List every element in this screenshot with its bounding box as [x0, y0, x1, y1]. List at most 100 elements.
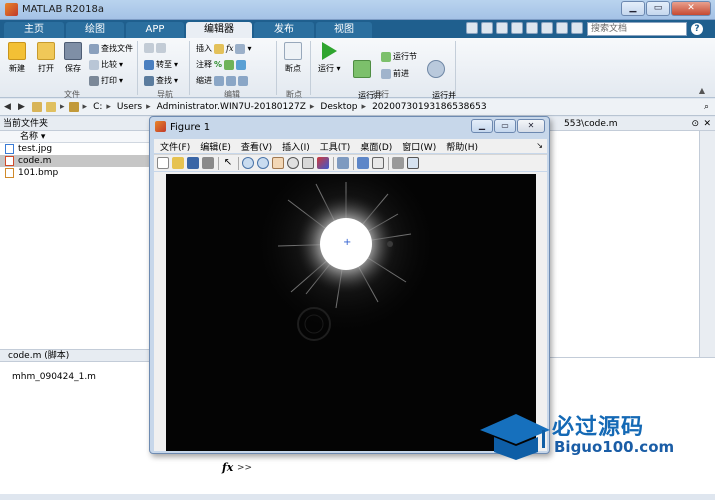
run-play-icon: [321, 42, 337, 60]
print-button[interactable]: 打印 ▾: [89, 75, 123, 86]
save-button[interactable]: 保存: [64, 42, 82, 74]
editor-file-path: 553\code.m: [564, 119, 618, 129]
file-item-101-bmp[interactable]: 101.bmp: [0, 167, 150, 179]
quick-save-icon[interactable]: [466, 22, 478, 34]
figure-title: Figure 1: [170, 122, 211, 133]
indent-button[interactable]: 缩进: [196, 75, 248, 86]
breakpoints-button[interactable]: 断点: [283, 42, 303, 74]
quick-undo-icon[interactable]: [526, 22, 538, 34]
run-section-button[interactable]: 运行节: [381, 51, 417, 62]
file-item-test-jpg[interactable]: test.jpg: [0, 143, 150, 155]
rotate-3d-icon[interactable]: [287, 157, 299, 169]
find-files-button[interactable]: 查找文件: [89, 43, 133, 54]
search-documentation-input[interactable]: 搜索文档: [587, 22, 687, 36]
file-item-code-m[interactable]: code.m: [0, 155, 150, 167]
new-button[interactable]: 新建: [8, 42, 26, 74]
fx-icon[interactable]: fx: [226, 44, 233, 53]
find-button[interactable]: 查找 ▾: [144, 75, 178, 86]
back-forward-buttons[interactable]: [144, 43, 166, 53]
collapse-ribbon-icon[interactable]: ▲: [699, 86, 705, 95]
menu-edit[interactable]: 编辑(E): [200, 140, 231, 153]
up-folder-icon[interactable]: [32, 102, 42, 112]
editor-scrollbar[interactable]: [699, 131, 715, 357]
tab-plots[interactable]: 绘图: [66, 22, 124, 38]
find-magnifier-icon: [144, 75, 154, 86]
print-figure-icon[interactable]: [202, 157, 214, 169]
figure-window: Figure 1 ▁ ▭ ✕ 文件(F) 编辑(E) 查看(V) 插入(I) 工…: [149, 116, 550, 454]
breadcrumb-users[interactable]: Users: [117, 102, 142, 112]
tab-editor[interactable]: 编辑器: [186, 22, 252, 38]
breadcrumb-drive[interactable]: C:: [93, 102, 102, 112]
browse-folder-icon[interactable]: [46, 102, 56, 112]
quick-switch-window-icon[interactable]: [556, 22, 568, 34]
command-prompt: >>: [237, 463, 253, 473]
show-plot-tools-icon[interactable]: [407, 157, 419, 169]
breadcrumb-user[interactable]: Administrator.WIN7U-20180127Z: [157, 102, 306, 112]
address-search-icon[interactable]: ⌕: [704, 102, 709, 112]
back-arrow-icon[interactable]: ◀: [4, 102, 14, 112]
menu-insert[interactable]: 插入(I): [282, 140, 310, 153]
pan-hand-icon[interactable]: [272, 157, 284, 169]
breadcrumb-desktop[interactable]: Desktop: [320, 102, 357, 112]
menu-tools[interactable]: 工具(T): [320, 140, 351, 153]
save-figure-icon[interactable]: [187, 157, 199, 169]
fx-icon[interactable]: fx: [222, 461, 233, 474]
quick-paste-icon[interactable]: [511, 22, 523, 34]
compare-button[interactable]: 比较 ▾: [89, 59, 123, 70]
brush-icon[interactable]: [317, 157, 329, 169]
menu-view[interactable]: 查看(V): [241, 140, 272, 153]
zoom-in-icon[interactable]: [242, 157, 254, 169]
data-cursor-icon[interactable]: [302, 157, 314, 169]
open-button[interactable]: 打开: [37, 42, 55, 74]
pointer-icon[interactable]: ↖: [222, 157, 234, 169]
figure-close-button[interactable]: ✕: [517, 119, 545, 133]
insert-button[interactable]: 插入 fx ▾: [196, 43, 252, 54]
dock-arrow-icon[interactable]: ↘: [536, 141, 543, 150]
hide-plot-tools-icon[interactable]: [392, 157, 404, 169]
menu-help[interactable]: 帮助(H): [446, 140, 478, 153]
wrap-comment-icon: [236, 59, 247, 70]
editor-menu-icon[interactable]: ⊙: [691, 117, 699, 131]
image-file-icon: [5, 144, 14, 154]
figure-minimize-button[interactable]: ▁: [471, 119, 493, 133]
print-label: 打印: [101, 76, 117, 85]
goto-label: 转至: [156, 60, 172, 69]
open-file-icon[interactable]: [172, 157, 184, 169]
quick-cut-icon[interactable]: [481, 22, 493, 34]
colorbar-icon[interactable]: [357, 157, 369, 169]
menu-desktop[interactable]: 桌面(D): [360, 140, 392, 153]
close-button[interactable]: ✕: [671, 1, 711, 16]
watermark-en-text: Biguo100.com: [554, 438, 675, 456]
zoom-out-icon[interactable]: [257, 157, 269, 169]
tab-publish[interactable]: 发布: [254, 22, 314, 38]
menu-window[interactable]: 窗口(W): [402, 140, 436, 153]
quick-copy-icon[interactable]: [496, 22, 508, 34]
figure-title-bar[interactable]: Figure 1 ▁ ▭ ✕: [150, 117, 549, 137]
menu-file[interactable]: 文件(F): [160, 140, 190, 153]
center-marker: +: [343, 237, 352, 248]
legend-icon[interactable]: [372, 157, 384, 169]
insert-section-icon: [214, 43, 224, 54]
help-icon[interactable]: ?: [691, 23, 703, 35]
quick-redo-icon[interactable]: [541, 22, 553, 34]
run-button[interactable]: 运行 ▾: [318, 42, 341, 74]
toolbar-separator: [238, 156, 239, 170]
forward-arrow-icon[interactable]: ▶: [18, 102, 28, 112]
file-name: test.jpg: [18, 144, 53, 154]
editor-close-icon[interactable]: ✕: [703, 117, 711, 131]
advance-button[interactable]: 前进: [381, 68, 409, 79]
new-figure-icon[interactable]: [157, 157, 169, 169]
tab-view[interactable]: 视图: [316, 22, 372, 38]
figure-window-controls: ▁ ▭ ✕: [471, 119, 545, 133]
tab-home[interactable]: 主页: [4, 22, 64, 38]
comment-button[interactable]: 注释%: [196, 59, 247, 70]
breadcrumb-folder[interactable]: 20200730193186538653: [372, 102, 487, 112]
quick-help-icon[interactable]: [571, 22, 583, 34]
goto-button[interactable]: 转至 ▾: [144, 59, 178, 70]
link-plot-icon[interactable]: [337, 157, 349, 169]
column-header-name[interactable]: 名称 ▾: [0, 131, 150, 143]
minimize-button[interactable]: ▁: [621, 1, 645, 16]
maximize-button[interactable]: ▭: [646, 1, 670, 16]
figure-maximize-button[interactable]: ▭: [494, 119, 516, 133]
tab-apps[interactable]: APP: [126, 22, 184, 38]
